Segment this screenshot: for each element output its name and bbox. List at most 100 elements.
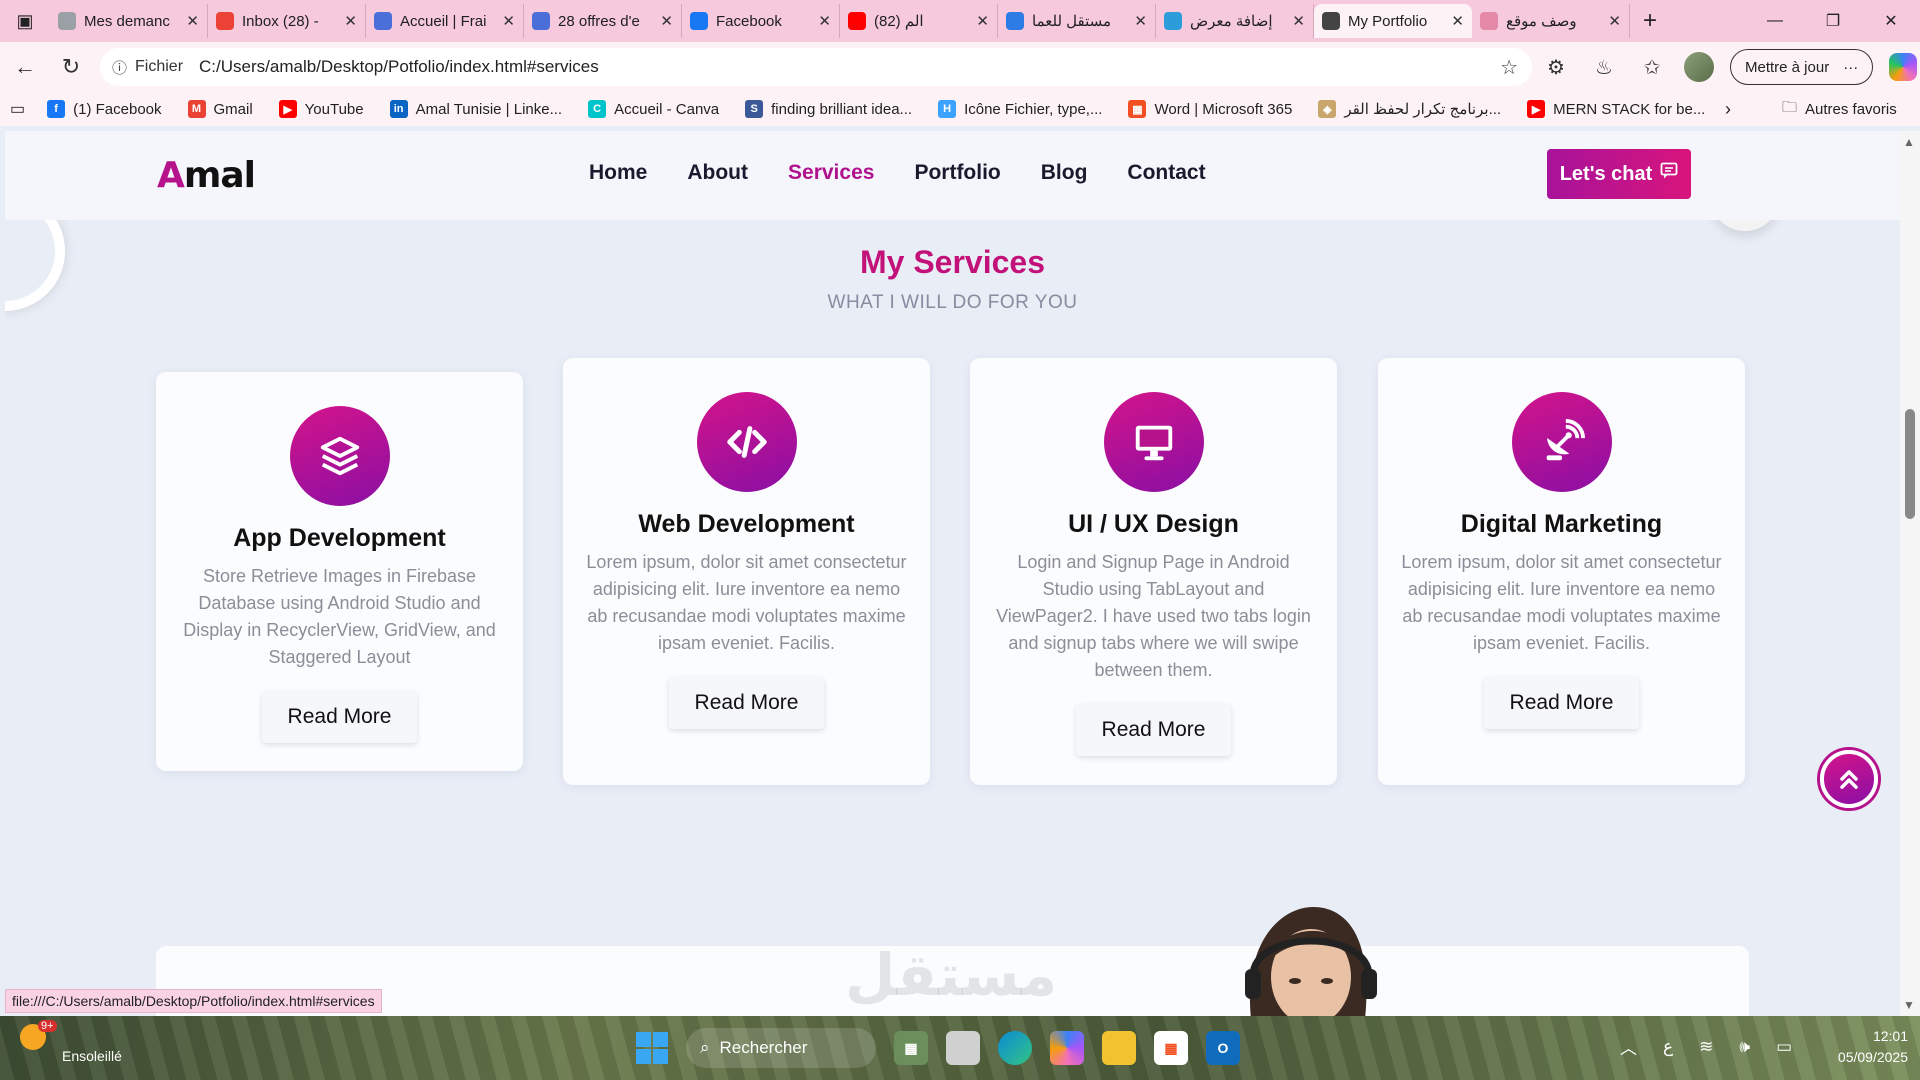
back-icon[interactable]: ← [2, 47, 48, 87]
input-language[interactable]: ع [1663, 1037, 1673, 1057]
nav-item-contact[interactable]: Contact [1127, 161, 1205, 185]
volume-icon[interactable]: 🕪 [1739, 1037, 1750, 1057]
microsoft-store-icon[interactable]: ▦ [1154, 1031, 1188, 1065]
battery-icon[interactable]: ▭ [1776, 1037, 1792, 1057]
bookmark-item[interactable]: C Accueil - Canva [588, 100, 719, 118]
read-more-button[interactable]: Read More [261, 691, 418, 743]
scroll-up-icon[interactable]: ▲ [1903, 135, 1915, 149]
tray-chevron-up-icon[interactable]: ︿ [1620, 1034, 1637, 1059]
close-tab-icon[interactable]: ✕ [1292, 12, 1305, 30]
scroll-thumb[interactable] [1905, 409, 1915, 519]
close-tab-icon[interactable]: ✕ [502, 12, 515, 30]
browser-tab[interactable]: وصف موقع ✕ [1472, 4, 1630, 38]
bookmark-item[interactable]: H Icône Fichier, type,... [938, 100, 1102, 118]
read-more-button[interactable]: Read More [668, 677, 825, 729]
read-more-button[interactable]: Read More [1483, 677, 1640, 729]
bookmark-label: Amal Tunisie | Linke... [415, 100, 563, 118]
scroll-down-icon[interactable]: ▼ [1903, 998, 1915, 1012]
new-tab-button[interactable]: + [1630, 7, 1670, 35]
wifi-icon[interactable]: ≋ [1699, 1037, 1713, 1057]
layers-icon [289, 406, 390, 506]
nav-item-portfolio[interactable]: Portfolio [914, 161, 1000, 185]
tab-title: Facebook [716, 12, 782, 30]
file-explorer-icon[interactable] [1102, 1031, 1136, 1065]
main-nav: Home About Services Portfolio Blog Contact [589, 161, 1206, 185]
bookmarks-menu-icon[interactable]: ▭ [10, 99, 25, 119]
bookmark-item[interactable]: ◈ برنامج تكرار لحفظ القر... [1318, 100, 1501, 118]
edge-icon[interactable] [998, 1031, 1032, 1065]
bookmarks-more-icon[interactable]: › [1725, 99, 1731, 120]
taskbar-clock[interactable]: 12:01 05/09/2025 [1808, 1026, 1908, 1068]
more-options-icon[interactable]: ··· [1843, 59, 1858, 76]
outlook-icon[interactable]: O [1206, 1031, 1240, 1065]
extensions-icon[interactable]: ⚙ [1540, 55, 1572, 80]
other-bookmarks[interactable]: 🗀 Autres favoris [1782, 97, 1897, 122]
read-more-button[interactable]: Read More [1075, 704, 1232, 756]
tab-actions-icon[interactable]: ▣ [0, 0, 50, 42]
site-info-icon[interactable]: ⓘ [112, 57, 127, 78]
circle-icon [1164, 12, 1182, 30]
bookmark-item[interactable]: ▶ MERN STACK for be... [1527, 100, 1705, 118]
close-tab-icon[interactable]: ✕ [1134, 12, 1147, 30]
windows-taskbar: 9+ Ensoleillé ⌕ Rechercher ▦ ▦ O ︿ ع ≋ 🕪… [0, 1016, 1920, 1080]
browser-tab[interactable]: Facebook ✕ [682, 4, 840, 38]
browser-tab[interactable]: Mes demanc ✕ [50, 4, 208, 38]
browser-tab[interactable]: 28 offres d'e ✕ [524, 4, 682, 38]
service-description: Lorem ipsum, dolor sit amet consectetur … [586, 552, 907, 653]
weather-widget[interactable]: 9+ Ensoleillé [20, 1020, 122, 1064]
nav-item-services[interactable]: Services [788, 161, 874, 185]
sun-icon: 9+ [20, 1020, 57, 1050]
tab-title: Accueil | Frai [400, 12, 487, 30]
bookmark-item[interactable]: M Gmail [187, 100, 253, 118]
bookmark-item[interactable]: in Amal Tunisie | Linke... [389, 100, 563, 118]
close-window-icon[interactable]: ✕ [1862, 0, 1920, 42]
favorite-star-icon[interactable]: ☆ [1500, 55, 1518, 80]
bookmark-item[interactable]: f (1) Facebook [47, 100, 162, 118]
widgets-icon[interactable]: ▦ [894, 1031, 928, 1065]
bookmarks-bar: ▭ f (1) Facebook M Gmail ▶ YouTube in Amal Tuni… [0, 92, 1920, 126]
update-button[interactable]: Mettre à jour ··· [1730, 49, 1874, 85]
lets-chat-button[interactable]: Let's chat [1547, 149, 1691, 199]
copilot-app-icon[interactable] [1050, 1031, 1084, 1065]
scroll-to-top-button[interactable] [1820, 750, 1878, 808]
nav-item-about[interactable]: About [687, 161, 748, 185]
page-scrollbar[interactable]: ▲ ▼ [1900, 131, 1920, 1016]
window-controls: — ❐ ✕ [1746, 0, 1920, 42]
performance-icon[interactable]: ♨ [1588, 55, 1620, 80]
browser-tab[interactable]: (82) الم ✕ [840, 4, 998, 38]
site-logo[interactable]: Amal [157, 155, 256, 196]
minimize-icon[interactable]: — [1746, 0, 1804, 42]
windows-start-icon[interactable] [636, 1032, 668, 1064]
nav-item-blog[interactable]: Blog [1041, 161, 1088, 185]
close-tab-icon[interactable]: ✕ [818, 12, 831, 30]
url-field[interactable]: ⓘ Fichier C:/Users/amalb/Desktop/Potfoli… [100, 48, 1532, 86]
browser-tab[interactable]: Inbox (28) - ✕ [208, 4, 366, 38]
puzzle-icon [532, 12, 550, 30]
browser-tab[interactable]: إضافة معرض ✕ [1156, 4, 1314, 38]
close-tab-icon[interactable]: ✕ [344, 12, 357, 30]
taskbar-search[interactable]: ⌕ Rechercher [686, 1028, 876, 1068]
bookmark-item[interactable]: Sfinding brilliant idea... [745, 100, 912, 118]
restore-icon[interactable]: ❐ [1804, 0, 1862, 42]
url-text[interactable]: C:/Users/amalb/Desktop/Potfolio/index.ht… [199, 57, 599, 77]
close-tab-icon[interactable]: ✕ [1451, 12, 1464, 30]
bookmark-item[interactable]: ▶ YouTube [278, 100, 364, 118]
service-title: Web Development [638, 510, 855, 538]
file-app-icon[interactable] [946, 1031, 980, 1065]
favorites-icon[interactable]: ✩ [1636, 55, 1668, 80]
profile-avatar[interactable] [1684, 52, 1714, 82]
close-tab-icon[interactable]: ✕ [186, 12, 199, 30]
browser-tab[interactable]: My Portfolio ✕ [1314, 4, 1472, 38]
close-tab-icon[interactable]: ✕ [1608, 12, 1621, 30]
clock-time: 12:01 [1872, 1028, 1908, 1044]
bookmark-favicon-icon: C [588, 100, 607, 118]
nav-item-home[interactable]: Home [589, 161, 647, 185]
reload-icon[interactable]: ↻ [48, 47, 94, 87]
bookmark-item[interactable]: ▦ Word | Microsoft 365 [1128, 100, 1292, 118]
gear-icon [58, 12, 76, 30]
close-tab-icon[interactable]: ✕ [660, 12, 673, 30]
browser-tab[interactable]: مستقل للعما ✕ [998, 4, 1156, 38]
close-tab-icon[interactable]: ✕ [976, 12, 989, 30]
browser-tab[interactable]: Accueil | Frai ✕ [366, 4, 524, 38]
copilot-icon[interactable] [1889, 53, 1918, 81]
